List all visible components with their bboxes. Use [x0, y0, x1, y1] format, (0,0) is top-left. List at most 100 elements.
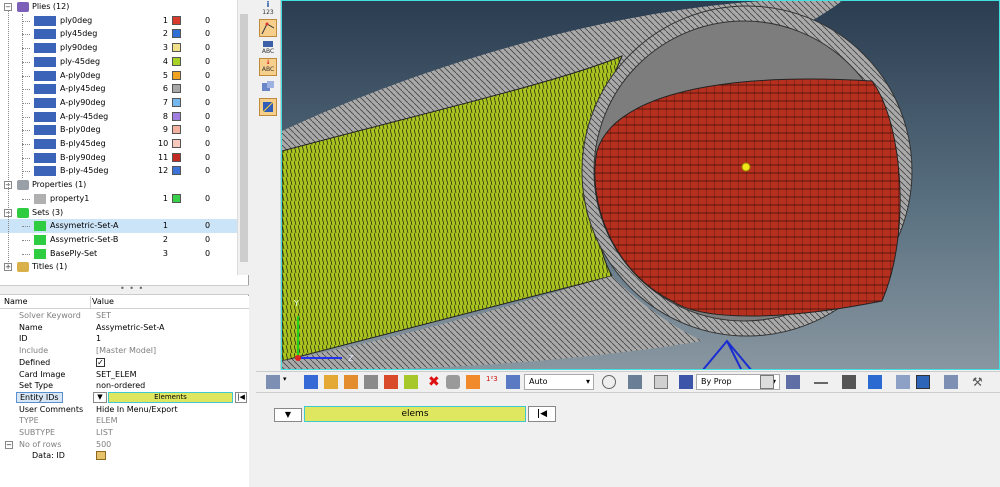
tree-item[interactable]: ply0deg 1 0 [0, 14, 237, 28]
property-value[interactable]: Assymetric-Set-A [96, 322, 165, 334]
tree-item[interactable]: A-ply0deg 5 0 [0, 69, 237, 83]
reverse-icon[interactable] [384, 375, 398, 389]
info-icon[interactable]: i 123 [259, 0, 277, 17]
tree-scrollbar[interactable] [237, 0, 249, 275]
property-row[interactable]: Entity IDs ▼ Elements |◀ [0, 391, 249, 404]
tree-item[interactable]: Assymetric-Set-A 1 0 [0, 219, 237, 233]
property-row[interactable]: Data: ID [0, 450, 249, 462]
property-row[interactable]: Solver Keyword SET [0, 310, 249, 322]
tree-scrollbar-thumb[interactable] [240, 14, 248, 262]
tree-item[interactable]: B-ply90deg 11 0 [0, 151, 237, 165]
tree-item[interactable]: A-ply90deg 7 0 [0, 96, 237, 110]
wireframe-icon[interactable] [602, 375, 616, 389]
line-style-icon[interactable] [814, 382, 828, 384]
wrench-icon[interactable]: ⚒ [972, 375, 986, 389]
shaded-cube-icon[interactable] [842, 375, 856, 389]
mask-icon[interactable] [404, 375, 418, 389]
component-display-icon[interactable] [304, 375, 318, 389]
color-swatch[interactable] [172, 15, 181, 25]
property-value[interactable]: SET_ELEM [96, 369, 137, 381]
tree-item[interactable]: ply45deg 2 0 [0, 27, 237, 41]
spread-icon[interactable] [466, 375, 480, 389]
mesh-cube-icon[interactable] [760, 375, 774, 389]
color-swatch[interactable] [172, 29, 181, 39]
tree-connector [22, 116, 30, 118]
data-id-table-icon[interactable] [96, 451, 106, 461]
shaded-icon[interactable] [628, 375, 642, 389]
browser-splitter[interactable]: • • • [0, 284, 249, 295]
collapse-icon[interactable]: − [5, 440, 13, 449]
color-swatch[interactable] [172, 193, 181, 203]
tree-group-titles[interactable]: + Titles (1) [0, 260, 237, 274]
solid-cube-icon[interactable] [654, 375, 668, 389]
graphics-viewport[interactable]: Y Z [281, 0, 1000, 370]
tree-item[interactable]: A-ply45deg 6 0 [0, 82, 237, 96]
color-swatch[interactable] [172, 125, 181, 135]
color-mode-dropdown[interactable]: Auto ▾ [524, 374, 594, 390]
color-swatch[interactable] [172, 152, 181, 162]
tree-item[interactable]: ply90deg 3 0 [0, 41, 237, 55]
property-value[interactable]: Hide In Menu/Export [96, 404, 178, 416]
grid-view-icon[interactable] [896, 375, 910, 389]
tree-connector [22, 89, 30, 91]
layout-icon[interactable] [944, 375, 958, 389]
tree-group-sets[interactable]: − Sets (3) [0, 206, 237, 220]
tree-item[interactable]: A-ply-45deg 8 0 [0, 110, 237, 124]
color-swatch[interactable] [172, 70, 181, 80]
label-abc-active-icon[interactable]: ↓ ABC [259, 58, 277, 76]
monitor-icon[interactable] [916, 375, 930, 389]
color-swatch[interactable] [172, 43, 181, 53]
property-row[interactable]: Include [Master Model] [0, 345, 249, 357]
tree-group-plies[interactable]: − Plies (12) [0, 0, 237, 14]
color-swatch[interactable] [172, 166, 181, 176]
numbering-icon[interactable]: 1²3 [486, 375, 500, 389]
property-row[interactable]: ID 1 [0, 333, 249, 345]
ply-view-icon[interactable] [259, 98, 277, 116]
color-swatch[interactable] [172, 56, 181, 66]
property-row[interactable]: No of rows 500 − [0, 439, 249, 451]
defined-checkbox[interactable]: ✓ [96, 357, 105, 367]
measure-icon[interactable] [259, 19, 277, 37]
delete-icon[interactable]: ✖ [428, 375, 442, 389]
property-value[interactable]: 1 [96, 333, 101, 345]
tree-item[interactable]: BasePly-Set 3 0 [0, 247, 237, 261]
label-abc-icon[interactable]: ABC [259, 39, 277, 57]
tree-item[interactable]: B-ply45deg 10 0 [0, 137, 237, 151]
property-row[interactable]: Card Image SET_ELEM [0, 369, 249, 381]
chevron-down-icon[interactable]: ▾ [283, 375, 289, 389]
color-swatch[interactable] [172, 84, 181, 94]
mesh-display-icon[interactable] [266, 375, 280, 389]
entity-ids-selector[interactable]: Elements [108, 391, 233, 403]
tree-item[interactable]: B-ply-45deg 12 0 [0, 164, 237, 178]
elems-selector[interactable]: elems [304, 406, 526, 422]
color-swatch[interactable] [172, 97, 181, 107]
entity-type-dropdown[interactable]: ▼ [93, 391, 107, 403]
property-row[interactable]: User Comments Hide In Menu/Export [0, 404, 249, 416]
blue-cube-icon[interactable] [868, 375, 882, 389]
isolate-icon[interactable] [364, 375, 378, 389]
mesh-tools-icon[interactable] [259, 78, 277, 96]
tree-item[interactable]: Assymetric-Set-B 2 0 [0, 233, 237, 247]
tree-group-properties[interactable]: − Properties (1) [0, 178, 237, 192]
color-swatch[interactable] [172, 111, 181, 121]
property-row[interactable]: SUBTYPE LIST [0, 427, 249, 439]
property-row[interactable]: Name Assymetric-Set-A [0, 322, 249, 334]
property-row[interactable]: Set Type non-ordered [0, 380, 249, 392]
property-row[interactable]: TYPE ELEM [0, 415, 249, 427]
tree-item[interactable]: B-ply0deg 9 0 [0, 123, 237, 137]
color-swatch[interactable] [172, 139, 181, 148]
eraser-icon[interactable] [446, 375, 460, 389]
tree-item[interactable]: ply-45deg 4 0 [0, 55, 237, 69]
tree-item[interactable]: property1 1 0 [0, 192, 237, 206]
hide-entities-icon[interactable] [344, 375, 358, 389]
selector-dropdown[interactable]: ▼ [274, 408, 302, 422]
reset-selection-icon[interactable]: |◀ [528, 406, 556, 422]
show-entities-icon[interactable] [324, 375, 338, 389]
elements-cube-icon[interactable] [786, 375, 800, 389]
tree-item-count: 0 [205, 234, 211, 244]
by-prop-color-icon[interactable] [679, 375, 693, 389]
reset-selection-icon[interactable]: |◀ [235, 391, 247, 403]
property-value[interactable]: non-ordered [96, 380, 145, 392]
property-row[interactable]: Defined ✓ [0, 357, 249, 369]
color-mode-icon[interactable] [506, 375, 520, 389]
